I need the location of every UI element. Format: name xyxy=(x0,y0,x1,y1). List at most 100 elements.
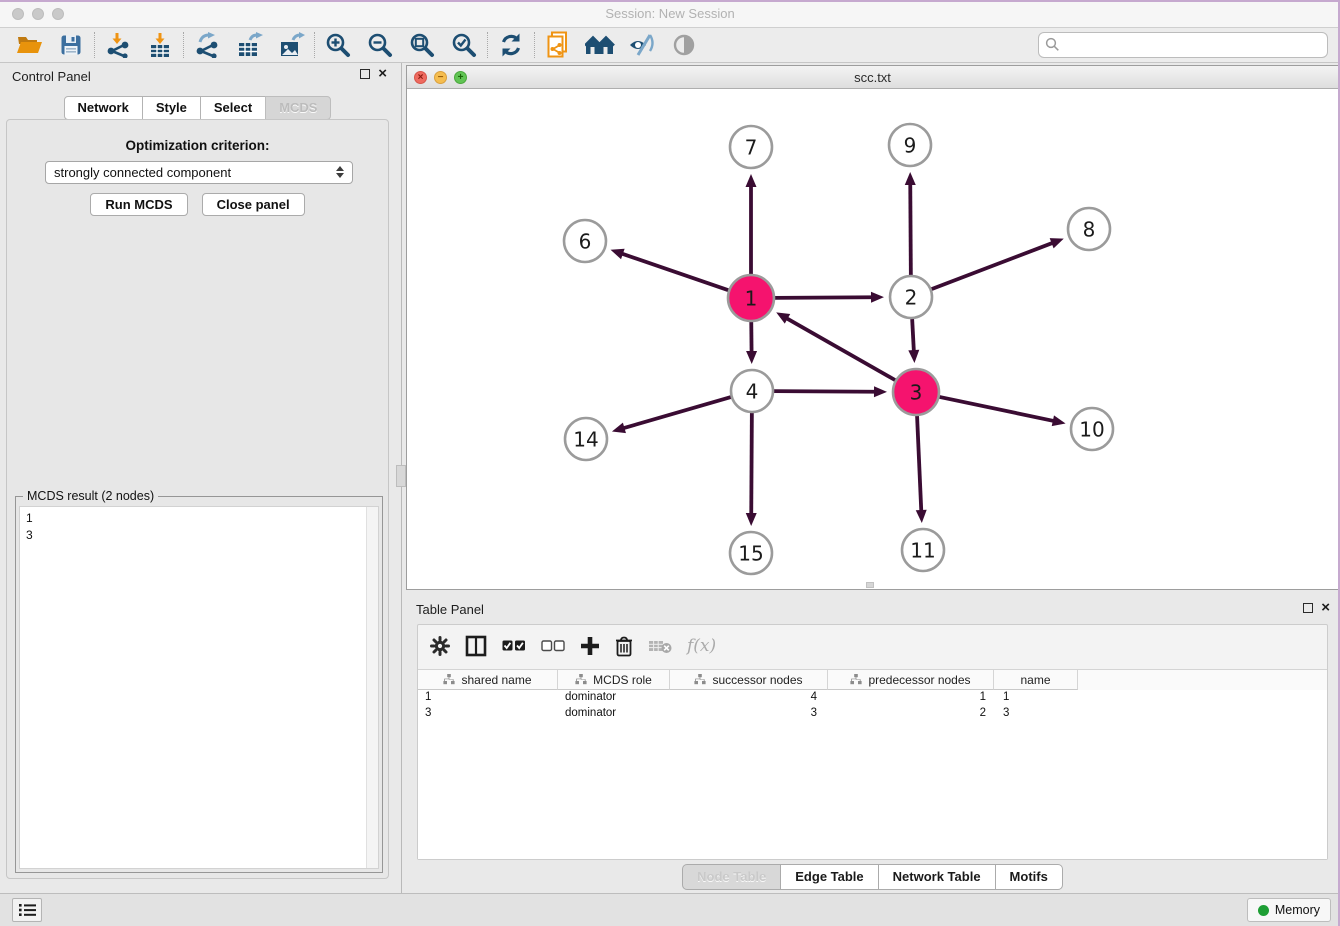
tab-edge-table[interactable]: Edge Table xyxy=(780,864,878,890)
memory-button[interactable]: Memory xyxy=(1247,898,1331,922)
network-window-titlebar[interactable]: × − + scc.txt xyxy=(407,66,1338,89)
tab-select[interactable]: Select xyxy=(200,96,266,120)
hide-selected-button[interactable] xyxy=(621,29,663,61)
close-table-panel-icon[interactable]: × xyxy=(1321,603,1330,613)
show-columns-button[interactable] xyxy=(465,635,487,657)
column-header-shared-name[interactable]: shared name xyxy=(418,670,558,690)
graph-edge-arrowhead xyxy=(916,510,927,523)
zoom-fit-button[interactable] xyxy=(401,29,443,61)
delete-row-button[interactable] xyxy=(615,636,633,657)
gear-icon xyxy=(430,636,450,656)
mcds-result-box[interactable]: 1 3 xyxy=(19,506,379,869)
cell-shared-name: 3 xyxy=(418,706,558,722)
column-header-mcds-role[interactable]: MCDS role xyxy=(558,670,670,690)
table-tabs: Node Table Edge Table Network Table Moti… xyxy=(406,864,1339,890)
search-input[interactable] xyxy=(1038,32,1328,58)
columns-icon xyxy=(465,635,487,657)
graph-edge-2-3[interactable] xyxy=(912,319,914,352)
unchecked-boxes-icon xyxy=(541,640,565,652)
optimization-criterion-label: Optimization criterion: xyxy=(7,138,388,153)
table-row[interactable]: 3 dominator 3 2 3 xyxy=(418,706,1327,722)
column-header-name[interactable]: name xyxy=(994,670,1078,690)
table-row[interactable]: 1 dominator 4 1 1 xyxy=(418,690,1327,706)
graph-node-label: 3 xyxy=(910,381,923,405)
float-panel-icon[interactable] xyxy=(360,69,370,79)
mcds-result-title: MCDS result (2 nodes) xyxy=(23,489,158,503)
graph-edge-arrowhead xyxy=(612,423,626,434)
save-session-button[interactable] xyxy=(50,29,92,61)
tab-mcds[interactable]: MCDS xyxy=(265,96,331,120)
cell-predecessor-nodes: 1 xyxy=(828,690,994,706)
toolbar-separator xyxy=(314,32,315,58)
delete-table-button[interactable] xyxy=(648,638,672,654)
graph-edge-4-15[interactable] xyxy=(751,413,752,515)
graph-edge-3-10[interactable] xyxy=(939,397,1054,421)
float-table-panel-icon[interactable] xyxy=(1303,603,1313,613)
network-canvas[interactable]: 7968124314101511 xyxy=(407,90,1338,589)
add-row-button[interactable] xyxy=(580,636,600,656)
open-session-button[interactable] xyxy=(8,29,50,61)
result-scrollbar[interactable] xyxy=(366,507,378,868)
export-image-button[interactable] xyxy=(270,29,312,61)
graph-edge-2-8[interactable] xyxy=(932,243,1054,290)
table-toolbar: f(x) xyxy=(418,625,1327,667)
app-title: Session: New Session xyxy=(0,0,1340,28)
graph-edge-arrowhead xyxy=(746,513,757,526)
zoom-in-button[interactable] xyxy=(317,29,359,61)
refresh-layout-button[interactable] xyxy=(490,29,532,61)
export-image-icon xyxy=(278,32,305,58)
deselect-all-button[interactable] xyxy=(541,640,565,652)
optimization-criterion-value: strongly connected component xyxy=(54,165,231,180)
tree-sort-icon xyxy=(443,674,455,685)
select-all-button[interactable] xyxy=(502,640,526,652)
column-header-predecessor-nodes[interactable]: predecessor nodes xyxy=(828,670,994,690)
graph-edge-1-2[interactable] xyxy=(775,297,873,298)
optimization-criterion-select[interactable]: strongly connected component xyxy=(45,161,353,184)
task-history-button[interactable] xyxy=(12,898,42,922)
graph-edge-4-14[interactable] xyxy=(623,397,731,428)
memory-status-icon xyxy=(1258,905,1269,916)
apply-function-button[interactable]: f(x) xyxy=(687,636,716,656)
close-panel-icon[interactable]: × xyxy=(378,69,387,79)
import-table-button[interactable] xyxy=(139,29,181,61)
new-network-from-selection-button[interactable] xyxy=(537,29,579,61)
network-resize-handle[interactable] xyxy=(866,582,874,588)
column-header-successor-nodes[interactable]: successor nodes xyxy=(670,670,828,690)
panel-splitter-handle[interactable] xyxy=(396,465,406,487)
zoom-selected-button[interactable] xyxy=(443,29,485,61)
zoom-out-button[interactable] xyxy=(359,29,401,61)
close-panel-button[interactable]: Close panel xyxy=(202,193,305,216)
table-panel-title: Table Panel xyxy=(416,602,484,617)
cell-name: 1 xyxy=(994,690,1078,706)
save-disk-icon xyxy=(59,33,83,57)
export-table-button[interactable] xyxy=(228,29,270,61)
tab-network[interactable]: Network xyxy=(64,96,143,120)
graph-edge-3-11[interactable] xyxy=(917,416,921,512)
import-network-button[interactable] xyxy=(97,29,139,61)
tab-motifs[interactable]: Motifs xyxy=(995,864,1063,890)
run-mcds-button[interactable]: Run MCDS xyxy=(90,193,187,216)
table-panel-inner: f(x) shared name MCDS role successor nod… xyxy=(417,624,1328,860)
cell-predecessor-nodes: 2 xyxy=(828,706,994,722)
toolbar-separator xyxy=(534,32,535,58)
control-panel-title: Control Panel xyxy=(12,69,91,84)
trash-icon xyxy=(615,636,633,657)
graph-edge-arrowhead xyxy=(746,174,757,187)
table-settings-button[interactable] xyxy=(430,636,450,656)
graph-edge-3-1[interactable] xyxy=(786,318,895,380)
list-icon xyxy=(19,903,36,917)
network-graph[interactable]: 7968124314101511 xyxy=(407,90,1338,590)
zoom-in-icon xyxy=(325,32,351,58)
graph-edge-2-9[interactable] xyxy=(910,183,911,275)
graph-edge-4-3[interactable] xyxy=(774,391,876,392)
tab-node-table[interactable]: Node Table xyxy=(682,864,781,890)
graph-node-label: 1 xyxy=(745,287,758,311)
table-panel: Table Panel × xyxy=(406,596,1339,893)
toggle-detail-button[interactable] xyxy=(663,29,705,61)
tab-network-table[interactable]: Network Table xyxy=(878,864,996,890)
window-edge-tint xyxy=(0,0,1340,2)
graph-edge-1-6[interactable] xyxy=(621,253,728,290)
home-layout-button[interactable] xyxy=(579,29,621,61)
export-network-button[interactable] xyxy=(186,29,228,61)
tab-style[interactable]: Style xyxy=(142,96,201,120)
